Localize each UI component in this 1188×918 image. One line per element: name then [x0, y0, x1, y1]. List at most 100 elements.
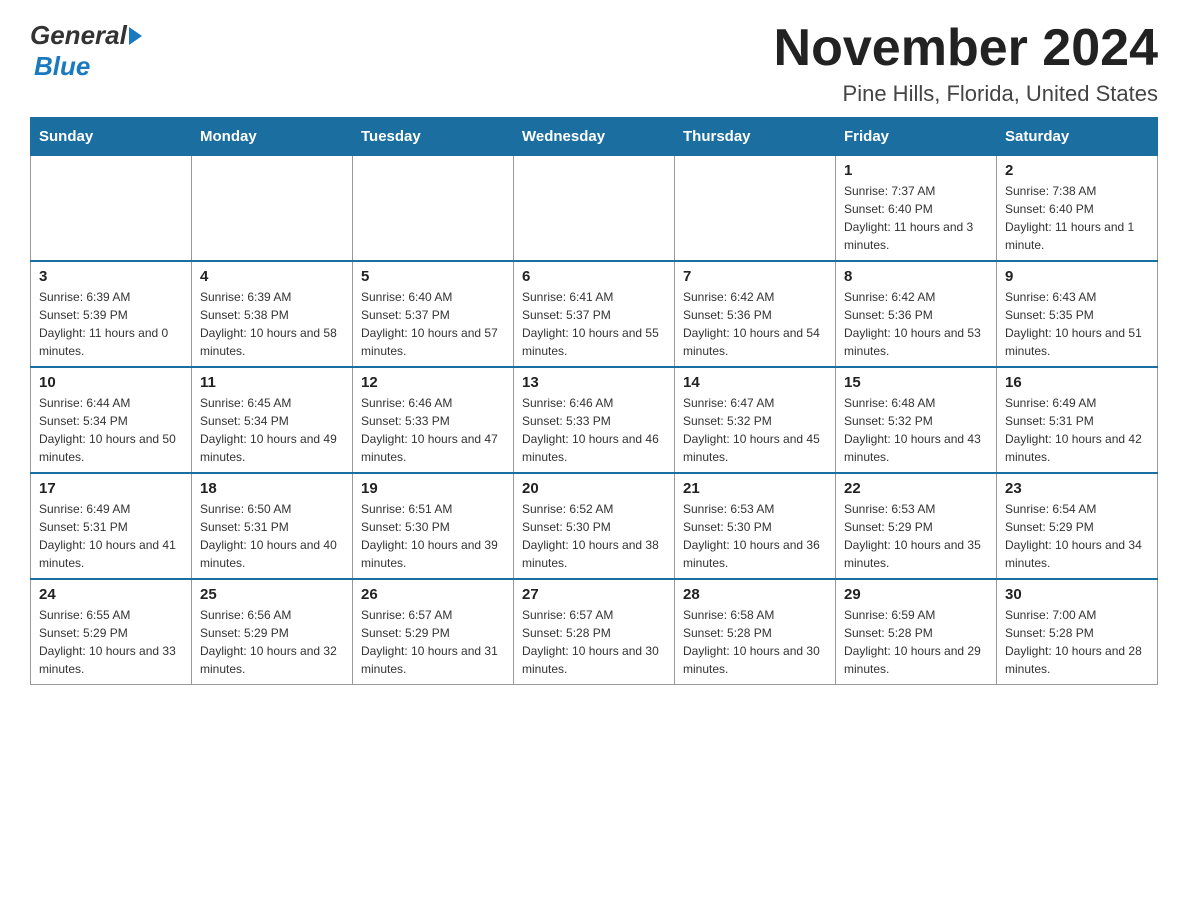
day-info: Sunrise: 6:44 AMSunset: 5:34 PMDaylight:… — [39, 394, 183, 466]
header-friday: Friday — [836, 118, 997, 156]
day-number: 9 — [1005, 268, 1149, 285]
day-info: Sunrise: 7:38 AMSunset: 6:40 PMDaylight:… — [1005, 182, 1149, 254]
day-number: 4 — [200, 268, 344, 285]
logo-arrow-icon — [129, 27, 142, 45]
calendar-cell: 11Sunrise: 6:45 AMSunset: 5:34 PMDayligh… — [192, 367, 353, 473]
day-info: Sunrise: 7:00 AMSunset: 5:28 PMDaylight:… — [1005, 606, 1149, 678]
day-info: Sunrise: 6:39 AMSunset: 5:39 PMDaylight:… — [39, 288, 183, 360]
day-info: Sunrise: 6:42 AMSunset: 5:36 PMDaylight:… — [844, 288, 988, 360]
calendar-cell: 4 Sunrise: 6:39 AMSunset: 5:38 PMDaylight… — [192, 261, 353, 367]
day-number: 15 — [844, 374, 988, 391]
title-block: November 2024 Pine Hills, Florida, Unite… — [774, 20, 1158, 107]
header-monday: Monday — [192, 118, 353, 156]
logo-general-text: General — [30, 20, 127, 51]
day-number: 1 — [844, 162, 988, 179]
calendar-cell: 25 Sunrise: 6:56 AMSunset: 5:29 PMDayligh… — [192, 579, 353, 685]
calendar-cell: 16Sunrise: 6:49 AMSunset: 5:31 PMDayligh… — [997, 367, 1158, 473]
calendar-subtitle: Pine Hills, Florida, United States — [774, 81, 1158, 107]
day-number: 18 — [200, 480, 344, 497]
calendar-cell: 29 Sunrise: 6:59 AMSunset: 5:28 PMDayligh… — [836, 579, 997, 685]
calendar-cell: 20 Sunrise: 6:52 AMSunset: 5:30 PMDayligh… — [514, 473, 675, 579]
calendar-header: Sunday Monday Tuesday Wednesday Thursday… — [31, 118, 1158, 156]
week-row: 1 Sunrise: 7:37 AMSunset: 6:40 PMDaylight… — [31, 156, 1158, 262]
calendar-cell: 12 Sunrise: 6:46 AMSunset: 5:33 PMDayligh… — [353, 367, 514, 473]
day-number: 12 — [361, 374, 505, 391]
day-number: 8 — [844, 268, 988, 285]
logo-blue-text: Blue — [34, 51, 90, 81]
day-info: Sunrise: 6:48 AMSunset: 5:32 PMDaylight:… — [844, 394, 988, 466]
day-info: Sunrise: 6:49 AMSunset: 5:31 PMDaylight:… — [1005, 394, 1149, 466]
day-info: Sunrise: 6:51 AMSunset: 5:30 PMDaylight:… — [361, 500, 505, 572]
calendar-cell: 10Sunrise: 6:44 AMSunset: 5:34 PMDayligh… — [31, 367, 192, 473]
day-number: 29 — [844, 586, 988, 603]
calendar-cell: 17 Sunrise: 6:49 AMSunset: 5:31 PMDayligh… — [31, 473, 192, 579]
day-number: 23 — [1005, 480, 1149, 497]
day-info: Sunrise: 6:42 AMSunset: 5:36 PMDaylight:… — [683, 288, 827, 360]
day-number: 25 — [200, 586, 344, 603]
day-info: Sunrise: 6:40 AMSunset: 5:37 PMDaylight:… — [361, 288, 505, 360]
header-tuesday: Tuesday — [353, 118, 514, 156]
calendar-cell: 21 Sunrise: 6:53 AMSunset: 5:30 PMDayligh… — [675, 473, 836, 579]
calendar-cell: 14 Sunrise: 6:47 AMSunset: 5:32 PMDayligh… — [675, 367, 836, 473]
day-info: Sunrise: 6:54 AMSunset: 5:29 PMDaylight:… — [1005, 500, 1149, 572]
day-number: 7 — [683, 268, 827, 285]
day-number: 14 — [683, 374, 827, 391]
calendar-cell: 18 Sunrise: 6:50 AMSunset: 5:31 PMDayligh… — [192, 473, 353, 579]
week-row: 24Sunrise: 6:55 AMSunset: 5:29 PMDayligh… — [31, 579, 1158, 685]
calendar-cell — [514, 156, 675, 262]
day-number: 21 — [683, 480, 827, 497]
calendar-cell — [31, 156, 192, 262]
header-saturday: Saturday — [997, 118, 1158, 156]
day-number: 5 — [361, 268, 505, 285]
calendar-cell: 26 Sunrise: 6:57 AMSunset: 5:29 PMDayligh… — [353, 579, 514, 685]
day-info: Sunrise: 6:52 AMSunset: 5:30 PMDaylight:… — [522, 500, 666, 572]
calendar-table: Sunday Monday Tuesday Wednesday Thursday… — [30, 117, 1158, 685]
calendar-cell: 3 Sunrise: 6:39 AMSunset: 5:39 PMDaylight… — [31, 261, 192, 367]
calendar-cell: 28Sunrise: 6:58 AMSunset: 5:28 PMDayligh… — [675, 579, 836, 685]
calendar-cell — [353, 156, 514, 262]
day-info: Sunrise: 6:47 AMSunset: 5:32 PMDaylight:… — [683, 394, 827, 466]
header-thursday: Thursday — [675, 118, 836, 156]
day-number: 22 — [844, 480, 988, 497]
calendar-cell — [675, 156, 836, 262]
calendar-cell: 24Sunrise: 6:55 AMSunset: 5:29 PMDayligh… — [31, 579, 192, 685]
week-row: 3 Sunrise: 6:39 AMSunset: 5:39 PMDaylight… — [31, 261, 1158, 367]
day-info: Sunrise: 6:58 AMSunset: 5:28 PMDaylight:… — [683, 606, 827, 678]
day-number: 11 — [200, 374, 344, 391]
day-info: Sunrise: 7:37 AMSunset: 6:40 PMDaylight:… — [844, 182, 988, 254]
calendar-cell — [192, 156, 353, 262]
calendar-cell: 7 Sunrise: 6:42 AMSunset: 5:36 PMDaylight… — [675, 261, 836, 367]
day-number: 26 — [361, 586, 505, 603]
day-info: Sunrise: 6:39 AMSunset: 5:38 PMDaylight:… — [200, 288, 344, 360]
day-number: 19 — [361, 480, 505, 497]
calendar-cell: 6 Sunrise: 6:41 AMSunset: 5:37 PMDaylight… — [514, 261, 675, 367]
header-wednesday: Wednesday — [514, 118, 675, 156]
day-info: Sunrise: 6:53 AMSunset: 5:30 PMDaylight:… — [683, 500, 827, 572]
day-info: Sunrise: 6:46 AMSunset: 5:33 PMDaylight:… — [361, 394, 505, 466]
calendar-cell: 23 Sunrise: 6:54 AMSunset: 5:29 PMDayligh… — [997, 473, 1158, 579]
day-info: Sunrise: 6:56 AMSunset: 5:29 PMDaylight:… — [200, 606, 344, 678]
day-number: 17 — [39, 480, 183, 497]
week-row: 17 Sunrise: 6:49 AMSunset: 5:31 PMDayligh… — [31, 473, 1158, 579]
day-info: Sunrise: 6:53 AMSunset: 5:29 PMDaylight:… — [844, 500, 988, 572]
day-info: Sunrise: 6:41 AMSunset: 5:37 PMDaylight:… — [522, 288, 666, 360]
day-info: Sunrise: 6:49 AMSunset: 5:31 PMDaylight:… — [39, 500, 183, 572]
calendar-cell: 1 Sunrise: 7:37 AMSunset: 6:40 PMDaylight… — [836, 156, 997, 262]
day-number: 13 — [522, 374, 666, 391]
calendar-cell: 15 Sunrise: 6:48 AMSunset: 5:32 PMDayligh… — [836, 367, 997, 473]
calendar-cell: 9 Sunrise: 6:43 AMSunset: 5:35 PMDaylight… — [997, 261, 1158, 367]
day-info: Sunrise: 6:50 AMSunset: 5:31 PMDaylight:… — [200, 500, 344, 572]
day-number: 20 — [522, 480, 666, 497]
day-number: 3 — [39, 268, 183, 285]
day-info: Sunrise: 6:59 AMSunset: 5:28 PMDaylight:… — [844, 606, 988, 678]
calendar-title: November 2024 — [774, 20, 1158, 77]
day-number: 6 — [522, 268, 666, 285]
day-info: Sunrise: 6:43 AMSunset: 5:35 PMDaylight:… — [1005, 288, 1149, 360]
day-number: 30 — [1005, 586, 1149, 603]
calendar-cell: 5 Sunrise: 6:40 AMSunset: 5:37 PMDaylight… — [353, 261, 514, 367]
calendar-cell: 19 Sunrise: 6:51 AMSunset: 5:30 PMDayligh… — [353, 473, 514, 579]
header-row: Sunday Monday Tuesday Wednesday Thursday… — [31, 118, 1158, 156]
calendar-cell: 8 Sunrise: 6:42 AMSunset: 5:36 PMDaylight… — [836, 261, 997, 367]
calendar-body: 1 Sunrise: 7:37 AMSunset: 6:40 PMDaylight… — [31, 156, 1158, 685]
day-info: Sunrise: 6:57 AMSunset: 5:29 PMDaylight:… — [361, 606, 505, 678]
